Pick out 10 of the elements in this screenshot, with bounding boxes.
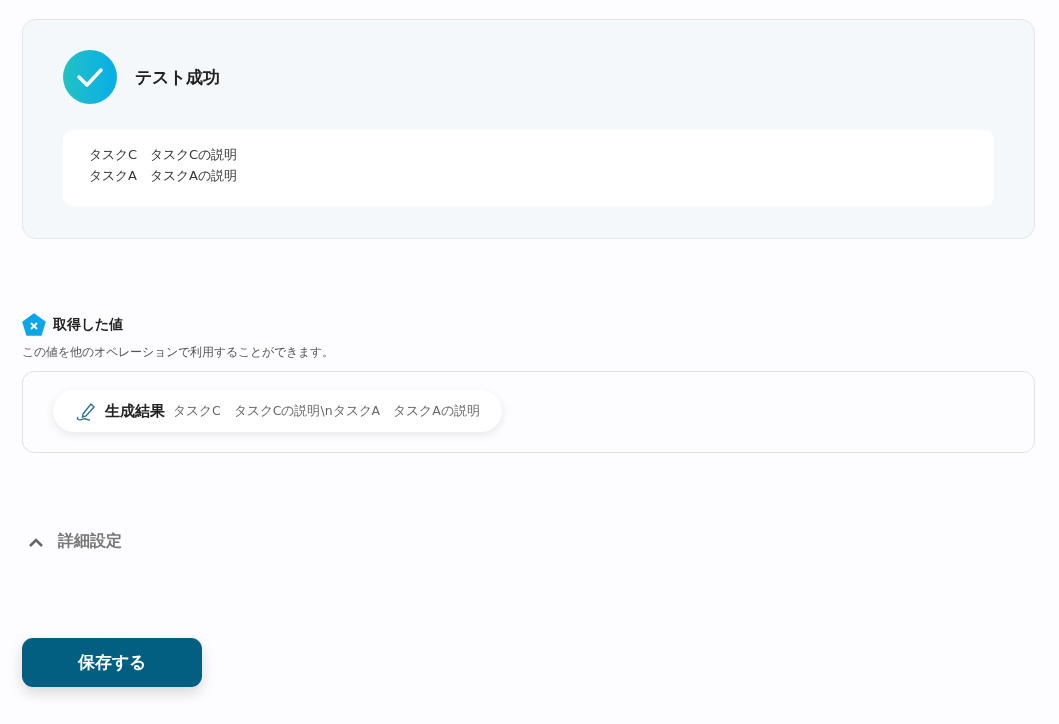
section-description: この値を他のオペレーションで利用することができます。 xyxy=(22,345,335,360)
section-title: 取得した値 xyxy=(53,315,123,334)
save-button[interactable]: 保存する xyxy=(22,638,202,687)
advanced-settings-toggle[interactable]: 詳細設定 xyxy=(22,531,122,552)
result-title: テスト成功 xyxy=(135,65,220,89)
output-line: タスクC タスクCの説明 xyxy=(89,146,239,164)
output-line: タスクA タスクAの説明 xyxy=(89,167,238,185)
value-chip[interactable]: 生成結果 タスクC タスクCの説明\nタスクA タスクAの説明 xyxy=(53,390,502,432)
pen-icon xyxy=(75,400,97,422)
variable-icon xyxy=(22,313,46,336)
